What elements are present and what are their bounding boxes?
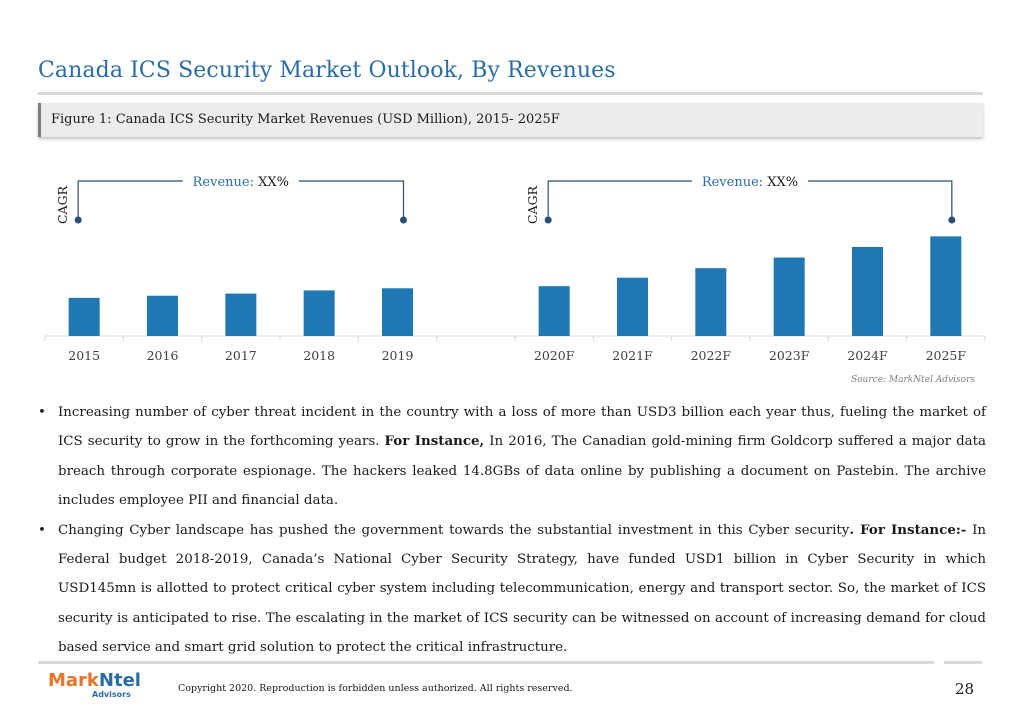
x-tick-label-2025F: 2025F <box>926 348 967 363</box>
x-tick-label-2021F: 2021F <box>612 348 653 363</box>
cagr-dot-end <box>400 216 407 224</box>
cagr-annotation: Revenue: XX% <box>193 175 289 190</box>
x-tick-label-2017: 2017 <box>225 348 257 363</box>
bar-2020F <box>538 286 570 336</box>
page-number: 28 <box>955 680 975 698</box>
footer-divider <box>38 661 934 664</box>
cagr-label: CAGR <box>55 185 70 224</box>
cagr-annotation: Revenue: XX% <box>702 175 798 190</box>
bullet-text: Changing Cyber landscape has pushed the … <box>58 522 850 538</box>
logo-wordmark: MarkNtel <box>48 670 141 691</box>
x-tick-label-2022F: 2022F <box>691 348 732 363</box>
bullet-item: • Changing Cyber landscape has pushed the… <box>38 516 986 663</box>
bar-2018 <box>303 290 335 336</box>
copyright-text: Copyright 2020. Reproduction is forbidde… <box>178 683 573 694</box>
cagr-dot-start <box>544 216 552 224</box>
bullet-dot: • <box>38 522 46 538</box>
x-tick-label-2020F: 2020F <box>534 348 575 363</box>
x-tick-label-2024F: 2024F <box>847 348 888 363</box>
footer-divider-short <box>944 661 982 664</box>
cagr-bracket-left <box>547 180 692 220</box>
bullet-bold-text: . For Instance:- <box>849 521 967 538</box>
bullet-list: • Increasing number of cyber threat incid… <box>38 398 986 663</box>
bullet-bold-text: For Instance, <box>384 433 485 450</box>
cagr-dot-end <box>948 216 956 224</box>
chart-source: Source: MarkNtel Advisors <box>850 375 975 385</box>
cagr-bracket-right <box>298 180 405 220</box>
cagr-label: CAGR <box>525 185 540 224</box>
cagr-dot-start <box>74 216 82 224</box>
cagr-bracket-left <box>77 180 183 220</box>
x-tick-label-2019: 2019 <box>382 348 414 363</box>
bullet-text: In Federal budget 2018-2019, Canada’s Na… <box>58 522 986 656</box>
revenue-bar-chart: 2015 2016 2017 2018 2019 2020F 2021F 2022F 2023F… <box>44 175 986 363</box>
company-logo: MarkNtel Advisors <box>48 670 141 704</box>
bullet-item: • Increasing number of cyber threat incid… <box>38 398 986 516</box>
bar-2016 <box>147 295 178 336</box>
bar-2021F <box>617 277 648 336</box>
bar-2019 <box>382 288 413 336</box>
bar-2024F <box>852 246 883 336</box>
bar-2017 <box>225 293 257 336</box>
logo-subtitle: Advisors <box>92 690 131 699</box>
bar-2015 <box>68 297 100 336</box>
bar-2025F <box>930 236 962 336</box>
bar-2022F <box>695 268 727 336</box>
x-tick-label-2018: 2018 <box>303 348 335 363</box>
x-tick-label-2015: 2015 <box>68 348 100 363</box>
cagr-bracket-right <box>808 180 953 220</box>
x-tick-label-2023F: 2023F <box>769 348 810 363</box>
bullet-dot: • <box>38 405 46 420</box>
bar-2023F <box>773 257 805 336</box>
x-tick-label-2016: 2016 <box>147 348 179 363</box>
